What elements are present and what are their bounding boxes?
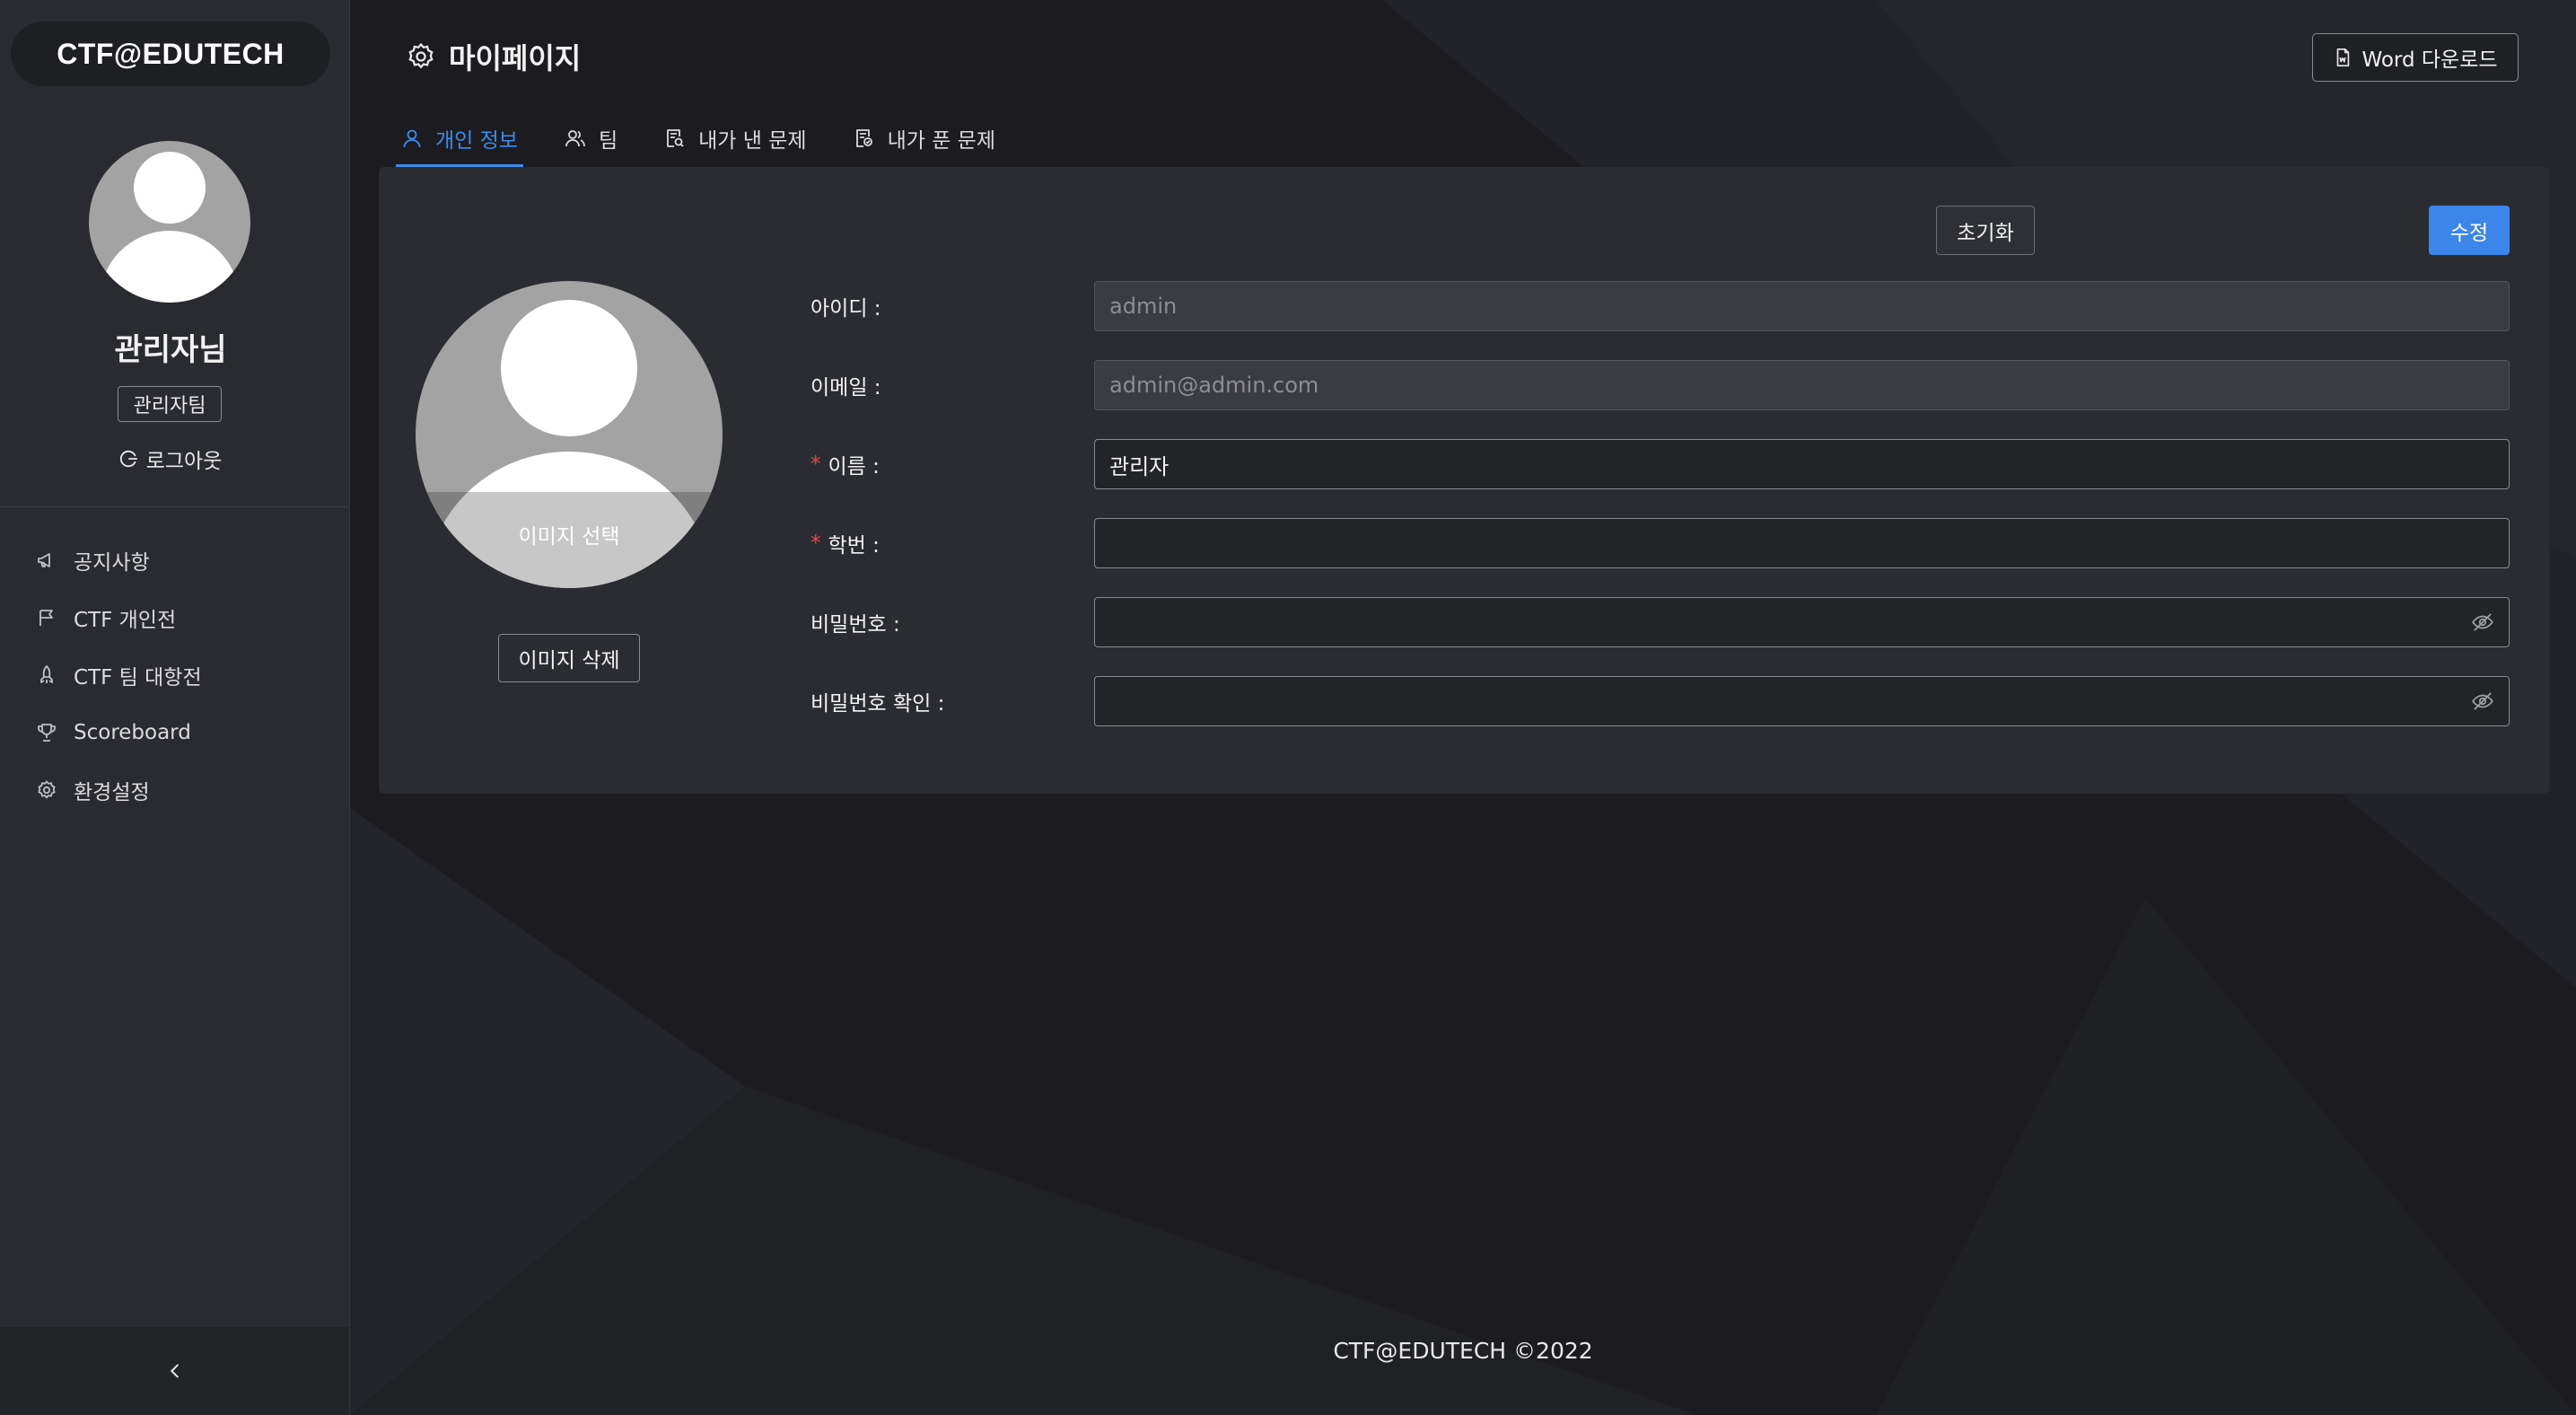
sidebar-item-label: 환경설정 xyxy=(74,781,150,804)
eye-invisible-icon[interactable] xyxy=(2471,611,2494,634)
eye-invisible-icon[interactable] xyxy=(2471,690,2494,713)
select-image-label: 이미지 선택 xyxy=(518,525,620,549)
password-input[interactable] xyxy=(1094,597,2510,647)
team-badge: 관리자팀 xyxy=(118,386,222,422)
name-label: * 이름 : xyxy=(810,440,1080,488)
sidebar-item-label: CTF 개인전 xyxy=(74,609,177,632)
word-download-button[interactable]: Word 다운로드 xyxy=(2312,33,2519,82)
file-check-icon xyxy=(854,127,875,149)
logout-button[interactable]: 로그아웃 xyxy=(0,444,341,474)
page-title: 마이페이지 xyxy=(406,36,581,77)
tab-label: 팀 xyxy=(598,129,618,153)
email-label-text: 이메일 : xyxy=(810,376,881,400)
sidebar-collapse-button[interactable] xyxy=(0,1327,349,1415)
gear-icon xyxy=(36,779,57,801)
tab-label: 내가 낸 문제 xyxy=(698,129,807,153)
sidebar: CTF@EDUTECH 관리자님 관리자팀 로그아웃 공지사항 CTF 개인전 … xyxy=(0,0,350,1415)
sidebar-menu: 공지사항 CTF 개인전 CTF 팀 대항전 Scoreboard 환경설정 xyxy=(0,532,349,819)
team-icon xyxy=(565,127,586,149)
sidebar-item-scoreboard[interactable]: Scoreboard xyxy=(0,704,349,761)
profile-tabs: 개인 정보 팀 내가 낸 문제 내가 푼 문제 xyxy=(396,110,1037,167)
file-search-icon xyxy=(664,127,686,149)
email-input xyxy=(1094,360,2510,410)
sidebar-avatar xyxy=(89,141,250,303)
name-label-text: 이름 : xyxy=(828,455,880,479)
logout-label: 로그아웃 xyxy=(145,450,223,473)
sidebar-item-label: CTF 팀 대항전 xyxy=(74,666,202,690)
reset-button[interactable]: 초기화 xyxy=(1936,206,2035,255)
student-id-label-text: 학번 : xyxy=(828,534,880,558)
sidebar-item-ctf-individual[interactable]: CTF 개인전 xyxy=(0,589,349,646)
id-label-text: 아이디 : xyxy=(810,297,881,321)
student-id-label: * 학번 : xyxy=(810,519,1080,567)
user-name: 관리자님 xyxy=(114,332,227,368)
tab-label: 개인 정보 xyxy=(435,129,518,153)
student-id-input[interactable] xyxy=(1094,518,2510,568)
id-input xyxy=(1094,281,2510,331)
edit-button[interactable]: 수정 xyxy=(2429,206,2510,255)
chevron-left-icon xyxy=(165,1361,185,1381)
footer-copyright: CTF@EDUTECH ©2022 xyxy=(1333,1338,1593,1364)
user-icon xyxy=(401,127,423,149)
logout-icon xyxy=(119,449,139,469)
page-title-text: 마이페이지 xyxy=(449,41,582,75)
password-confirm-label-text: 비밀번호 확인 : xyxy=(810,692,945,716)
tab-my-problems[interactable]: 내가 낸 문제 xyxy=(659,110,811,167)
email-label: 이메일 : xyxy=(810,361,1080,409)
rocket-icon xyxy=(36,664,57,686)
tab-label: 내가 푼 문제 xyxy=(887,129,995,153)
sidebar-item-label: Scoreboard xyxy=(74,721,191,744)
tab-team[interactable]: 팀 xyxy=(559,110,623,167)
password-confirm-input[interactable] xyxy=(1094,676,2510,726)
tab-solved-problems[interactable]: 내가 푼 문제 xyxy=(848,110,1001,167)
required-mark: * xyxy=(810,453,821,476)
sidebar-item-label: 공지사항 xyxy=(74,551,150,575)
password-confirm-label: 비밀번호 확인 : xyxy=(810,677,1080,725)
password-label-text: 비밀번호 : xyxy=(810,613,900,637)
profile-image-picker[interactable]: 이미지 선택 xyxy=(416,281,723,588)
sidebar-divider xyxy=(0,506,349,507)
sidebar-item-notice[interactable]: 공지사항 xyxy=(0,532,349,589)
document-icon xyxy=(2333,48,2353,67)
delete-image-button[interactable]: 이미지 삭제 xyxy=(498,634,640,682)
brand-logo[interactable]: CTF@EDUTECH xyxy=(11,22,330,86)
select-image-overlay[interactable]: 이미지 선택 xyxy=(416,492,723,588)
trophy-icon xyxy=(36,722,57,743)
id-label: 아이디 : xyxy=(810,282,1080,330)
sidebar-item-ctf-team[interactable]: CTF 팀 대항전 xyxy=(0,646,349,704)
name-input[interactable] xyxy=(1094,439,2510,489)
gear-icon xyxy=(406,41,436,72)
megaphone-icon xyxy=(36,549,57,571)
sidebar-item-settings[interactable]: 환경설정 xyxy=(0,761,349,819)
tab-personal-info[interactable]: 개인 정보 xyxy=(396,110,523,167)
word-download-label: Word 다운로드 xyxy=(2361,48,2498,72)
password-label: 비밀번호 : xyxy=(810,598,1080,646)
flag-icon xyxy=(36,607,57,628)
required-mark: * xyxy=(810,532,821,555)
